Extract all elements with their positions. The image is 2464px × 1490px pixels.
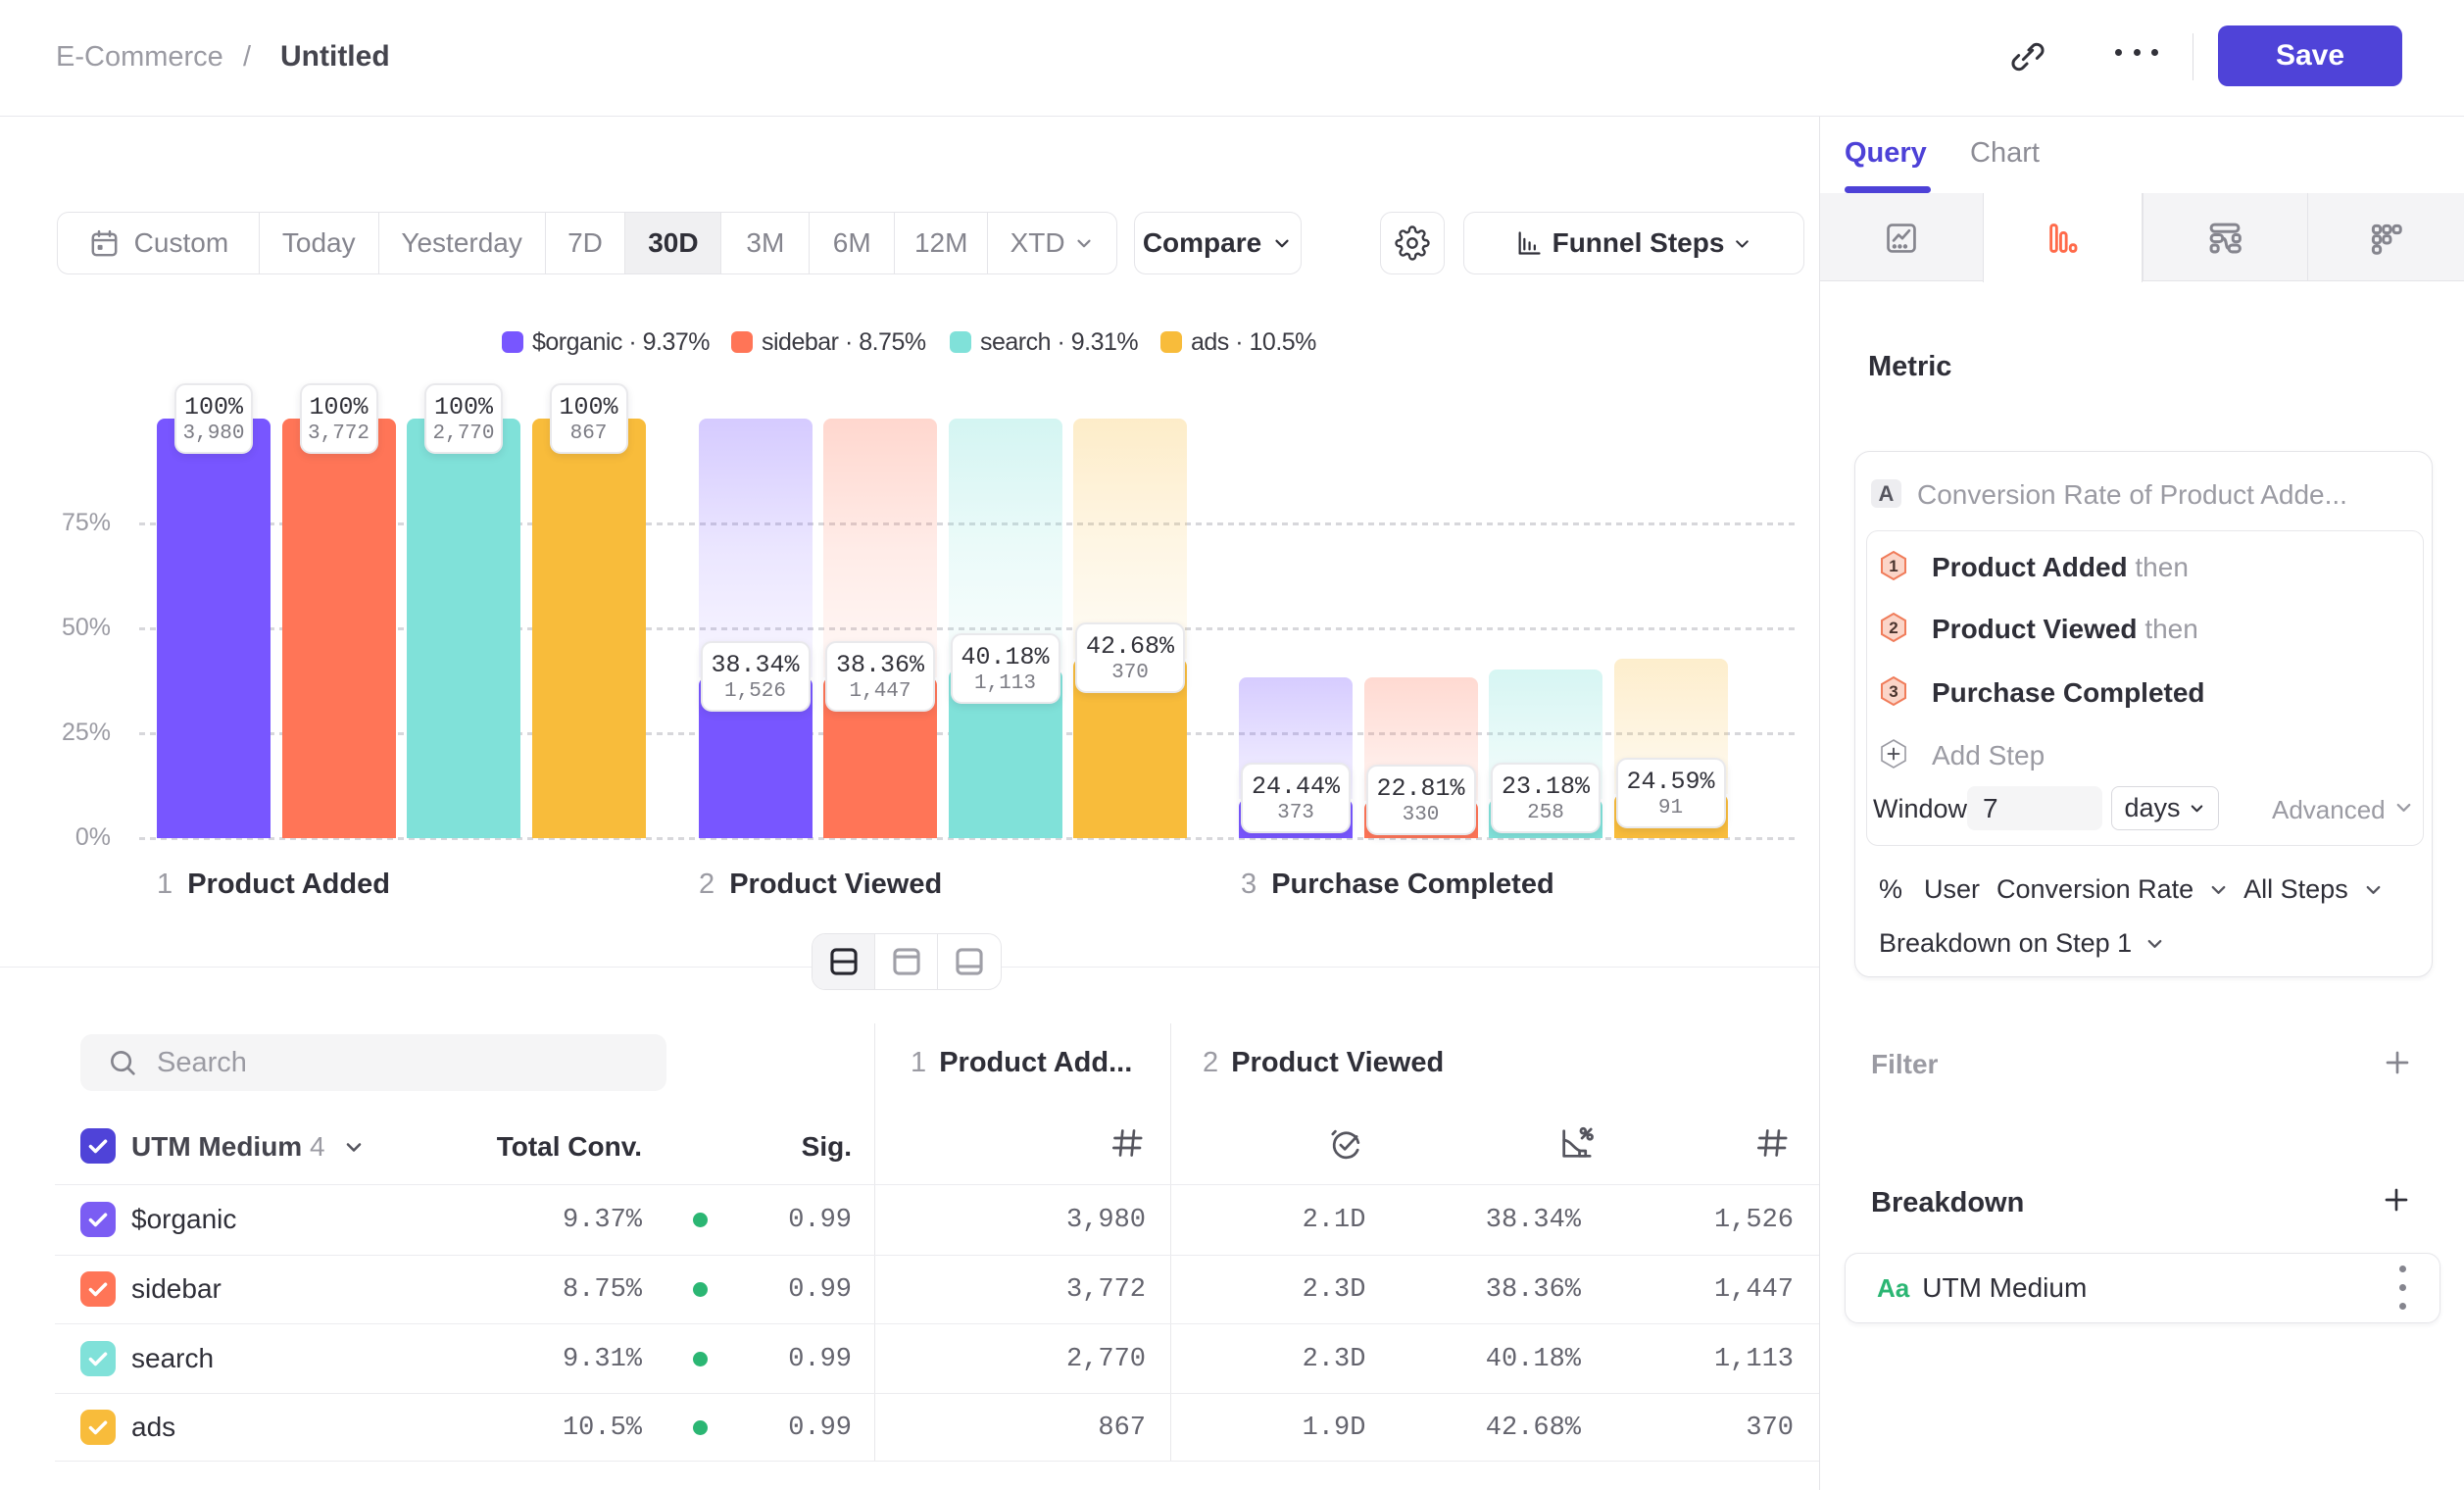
svg-text:2: 2 [1889,619,1897,637]
svg-text:3: 3 [1889,682,1897,701]
svg-text:1: 1 [1889,557,1897,575]
